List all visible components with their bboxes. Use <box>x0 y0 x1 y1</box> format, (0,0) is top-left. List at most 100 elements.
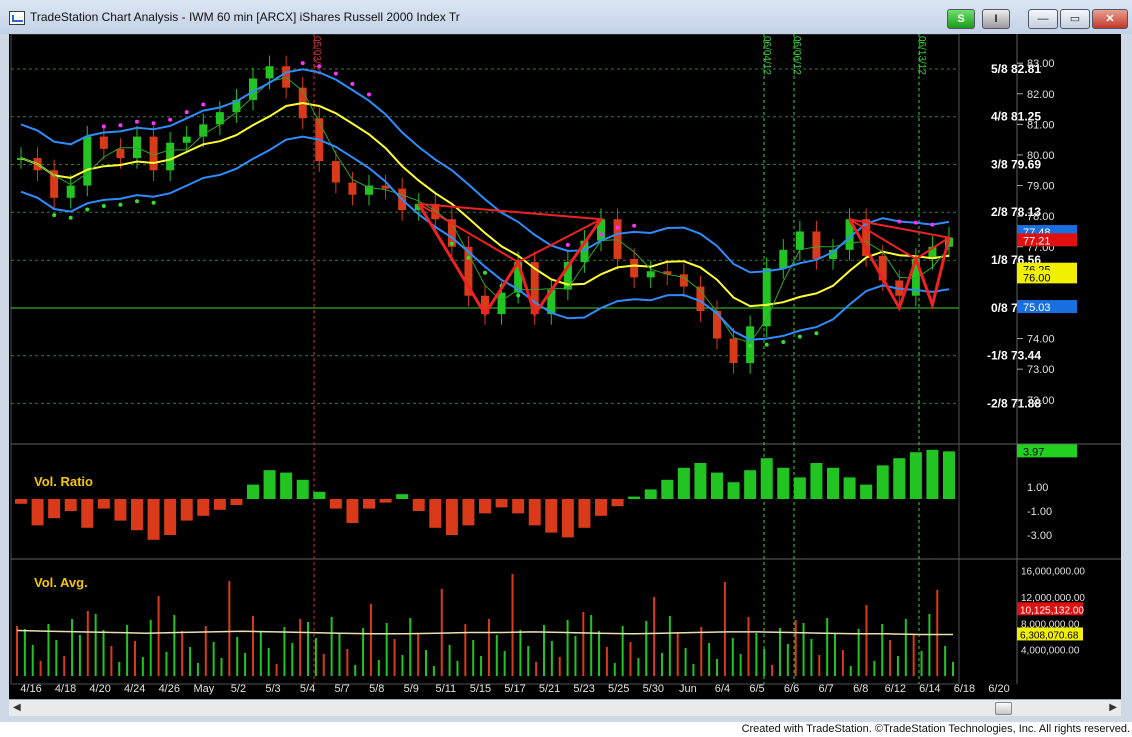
candle-body <box>331 161 340 183</box>
candle-body <box>99 136 108 149</box>
resistance-dot <box>333 71 338 76</box>
candle-body <box>762 268 771 327</box>
support-dot <box>52 213 57 218</box>
vol-ratio-bar <box>396 494 409 499</box>
vol-ratio-bar <box>677 467 690 499</box>
vol-ratio-bar <box>213 499 226 510</box>
vol-ratio-bar <box>31 499 44 526</box>
vol-ratio-bar <box>64 499 77 511</box>
vol-ratio-bar <box>346 499 359 523</box>
resistance-dot <box>913 220 918 225</box>
vol-ratio-bar <box>777 467 790 499</box>
horizontal-scrollbar[interactable]: ◀ ▶ <box>9 699 1121 716</box>
x-tick-label: 5/2 <box>231 683 246 695</box>
vol-ratio-bar <box>296 479 309 499</box>
y-tick-label: 79.00 <box>1027 181 1055 193</box>
support-dot <box>516 293 521 298</box>
vol-ratio-bar <box>81 499 94 528</box>
resistance-dot <box>168 117 173 122</box>
vol-ratio-bar <box>644 489 657 499</box>
candle-body <box>812 231 821 260</box>
candle-body <box>83 136 92 186</box>
vol-ratio-bar <box>97 499 110 509</box>
support-dot <box>135 199 139 204</box>
support-dot <box>483 270 487 275</box>
close-button[interactable]: ✕ <box>1092 9 1128 29</box>
resistance-dot <box>135 119 139 124</box>
tradestation-app-icon[interactable] <box>9 11 25 25</box>
vol-avg-tag-value: 6,308,070.68 <box>1020 630 1079 641</box>
candle-body <box>166 142 175 171</box>
price-tag-value: 76.00 <box>1023 272 1051 284</box>
candle-body <box>779 249 788 269</box>
vol-ratio-bar <box>893 458 906 499</box>
resistance-dot <box>599 232 603 237</box>
x-tick-label: 6/12 <box>885 683 906 695</box>
resistance-dot <box>300 61 305 66</box>
support-dot <box>85 207 90 212</box>
x-tick-label: 5/8 <box>369 683 384 695</box>
vol-ratio-bar <box>843 477 856 499</box>
vertical-marker-label: 06/06/12 <box>791 36 802 75</box>
x-tick-label: 6/4 <box>715 683 730 695</box>
x-tick-label: 6/7 <box>818 683 833 695</box>
support-dot <box>151 200 156 205</box>
vol-ratio-bar <box>412 499 425 511</box>
resistance-dot <box>897 219 902 224</box>
candle-body <box>66 185 75 198</box>
vol-ratio-tick: 1.00 <box>1027 482 1048 494</box>
vol-ratio-bar <box>793 477 806 499</box>
vol-ratio-bar <box>578 499 591 528</box>
candle-body <box>282 66 291 88</box>
vol-ratio-bar <box>545 499 558 533</box>
i-dropdown-button[interactable]: I <box>982 9 1010 29</box>
candle-body <box>795 231 804 250</box>
support-dot <box>118 202 123 207</box>
vol-ratio-bar <box>280 472 293 499</box>
vol-ratio-bar <box>429 499 442 528</box>
x-tick-label: 6/6 <box>784 683 799 695</box>
x-tick-label: 4/26 <box>159 683 180 695</box>
resistance-dot <box>930 222 935 227</box>
x-tick-label: 5/9 <box>404 683 419 695</box>
minimize-button[interactable]: — <box>1028 9 1058 29</box>
scroll-thumb[interactable] <box>995 702 1012 715</box>
support-dot <box>449 241 454 246</box>
candle-body <box>265 66 274 79</box>
slow-moving-average-line <box>20 101 950 308</box>
vol-ratio-bar <box>15 499 27 504</box>
vol-ratio-bar <box>744 470 757 499</box>
vol-ratio-bar <box>561 499 574 538</box>
title-bar[interactable]: TradeStation Chart Analysis - IWM 60 min… <box>0 0 1132 34</box>
support-dot <box>814 331 819 336</box>
resistance-dot <box>615 225 620 230</box>
price-chart-svg[interactable]: 5/8 82.814/8 81.253/8 79.692/8 78.131/8 … <box>9 34 1121 699</box>
candle-body <box>679 274 688 287</box>
vol-avg-tick: 4,000,000.00 <box>1021 646 1080 657</box>
vol-avg-tick: 12,000,000.00 <box>1021 593 1085 604</box>
resistance-dot <box>317 64 322 69</box>
vol-ratio-bar <box>611 499 624 507</box>
y-tick-label: 72.00 <box>1027 395 1055 407</box>
vol-ratio-bar <box>727 482 740 499</box>
x-tick-label: 4/20 <box>89 683 110 695</box>
x-tick-label: Jun <box>679 683 697 695</box>
chart-canvas[interactable]: 5/8 82.81 4/8 81.25 3/8 79.69 2/8 78.13 1/8 … <box>9 34 1121 699</box>
chart-window: TradeStation Chart Analysis - IWM 60 min… <box>0 0 1132 722</box>
scroll-right-arrow-icon[interactable]: ▶ <box>1109 702 1117 713</box>
resistance-dot <box>151 121 156 126</box>
vol-ratio-bar <box>943 451 955 499</box>
candle-body <box>630 259 639 278</box>
x-tick-label: 5/21 <box>539 683 560 695</box>
s-icon-button[interactable]: S <box>947 9 975 29</box>
y-tick-label: 74.00 <box>1027 334 1055 346</box>
maximize-button[interactable]: ▭ <box>1060 9 1090 29</box>
murrey-label: -1/8 73.44 <box>987 349 1041 363</box>
support-dot <box>466 255 471 260</box>
vol-ratio-bar <box>445 499 458 535</box>
scroll-left-arrow-icon[interactable]: ◀ <box>13 702 21 713</box>
x-tick-label: 5/17 <box>504 683 525 695</box>
support-dot <box>797 334 802 339</box>
vol-ratio-bar <box>495 499 508 508</box>
vol-ratio-bar <box>860 484 873 499</box>
